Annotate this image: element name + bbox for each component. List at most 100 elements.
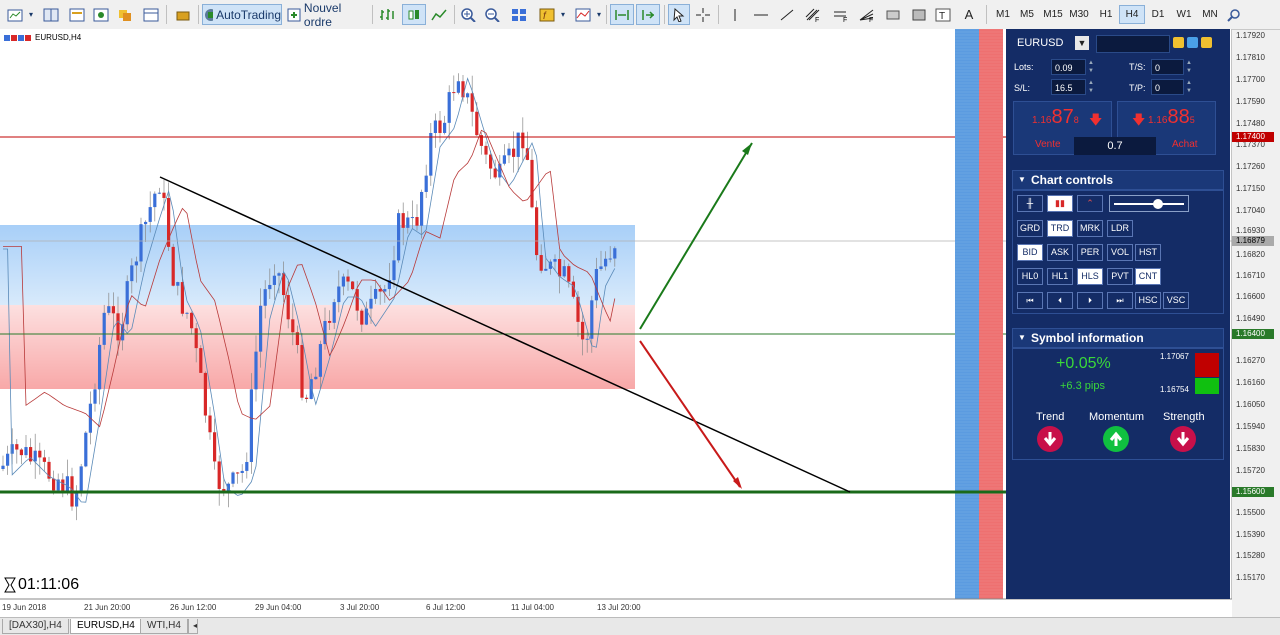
- close-panel-icon[interactable]: [1201, 37, 1212, 48]
- control-mrk[interactable]: MRK: [1077, 220, 1103, 237]
- templates-icon[interactable]: [572, 4, 594, 25]
- tf-m15[interactable]: M15: [1040, 5, 1066, 24]
- bar-chart-icon[interactable]: [376, 4, 398, 25]
- strategy-tester-icon[interactable]: [172, 4, 194, 25]
- trade-panel: EURUSD ▼ Lots: 0.09 ▲ ▼ T/S: 0 ▲ ▼ S/L: 16…: [1006, 29, 1230, 599]
- tf-d1[interactable]: D1: [1145, 5, 1171, 24]
- control-grd[interactable]: GRD: [1017, 220, 1043, 237]
- control-vsc[interactable]: VSC: [1163, 292, 1189, 309]
- candle-body: [328, 320, 332, 323]
- zoom-in-icon[interactable]: [458, 4, 480, 25]
- new-order-button[interactable]: Nouvel ordre: [286, 1, 368, 29]
- tile-windows-icon[interactable]: [508, 4, 530, 25]
- copy-icon[interactable]: [1173, 37, 1184, 48]
- tf-mn[interactable]: MN: [1197, 5, 1223, 24]
- zoom-slider[interactable]: [1109, 195, 1189, 212]
- sl-input[interactable]: 16.5: [1051, 79, 1086, 95]
- tab-eurusd[interactable]: EURUSD,H4: [70, 619, 142, 634]
- fibo-fan-icon[interactable]: F: [856, 4, 878, 25]
- indicators-dropdown-icon[interactable]: ▾: [558, 4, 568, 25]
- control-pvt[interactable]: PVT: [1107, 268, 1133, 285]
- templates-dropdown-icon[interactable]: ▾: [594, 4, 604, 25]
- lots-input[interactable]: 0.09: [1051, 59, 1086, 75]
- control-ask[interactable]: ASK: [1047, 244, 1073, 261]
- bullish-arrow[interactable]: [639, 142, 753, 330]
- crosshair-icon[interactable]: [692, 4, 714, 25]
- control-trd[interactable]: TRD: [1047, 220, 1073, 237]
- step-back-icon[interactable]: ⏴: [1047, 292, 1073, 309]
- candle-color-icon[interactable]: ╫: [1017, 195, 1043, 212]
- control-per[interactable]: PER: [1077, 244, 1103, 261]
- candlestick-icon[interactable]: [402, 4, 426, 25]
- settings-icon[interactable]: [1187, 37, 1198, 48]
- control-hl1[interactable]: HL1: [1047, 268, 1073, 285]
- lots-spinner-icon[interactable]: ▲ ▼: [1087, 59, 1095, 75]
- bearish-arrow[interactable]: [639, 340, 741, 488]
- ts-input[interactable]: 0: [1151, 59, 1184, 75]
- control-hl0[interactable]: HL0: [1017, 268, 1043, 285]
- step-forward-icon[interactable]: ⏵: [1077, 292, 1103, 309]
- new-chart-icon[interactable]: [4, 4, 26, 25]
- line-chart-icon[interactable]: [428, 4, 450, 25]
- candle-body: [217, 461, 221, 489]
- control-hls[interactable]: HLS: [1077, 268, 1103, 285]
- text-icon[interactable]: T: [932, 4, 954, 25]
- shapes-icon[interactable]: [908, 4, 930, 25]
- horizontal-line-icon[interactable]: [750, 4, 772, 25]
- terminal-icon[interactable]: [140, 4, 162, 25]
- zoom-out-icon[interactable]: [482, 4, 504, 25]
- ts-spinner-icon[interactable]: ▲ ▼: [1185, 59, 1193, 75]
- skip-end-icon[interactable]: ⏭: [1107, 292, 1133, 309]
- cursor-icon[interactable]: [668, 4, 690, 25]
- candle-body: [171, 246, 175, 286]
- chevron-up-icon[interactable]: ⌃: [1077, 195, 1103, 212]
- control-cnt[interactable]: CNT: [1135, 268, 1161, 285]
- symbol-search-input[interactable]: [1096, 35, 1170, 53]
- sl-spinner-icon[interactable]: ▲ ▼: [1087, 79, 1095, 95]
- data-window-icon[interactable]: [90, 4, 112, 25]
- tab-scroll-left-icon[interactable]: ◂: [188, 619, 198, 634]
- tf-m5[interactable]: M5: [1014, 5, 1040, 24]
- tab-dax30[interactable]: [DAX30],H4: [2, 619, 69, 634]
- tp-spinner-icon[interactable]: ▲ ▼: [1185, 79, 1193, 95]
- indicators-icon[interactable]: f: [536, 4, 558, 25]
- autoscroll-icon[interactable]: [636, 4, 660, 25]
- candle-body: [530, 159, 534, 208]
- symbol-dropdown-icon[interactable]: ▼: [1075, 36, 1089, 50]
- skip-start-icon[interactable]: ⏮: [1017, 292, 1043, 309]
- control-vol[interactable]: VOL: [1107, 244, 1133, 261]
- autotrading-button[interactable]: AutoTrading: [202, 4, 282, 25]
- control-hst[interactable]: HST: [1135, 244, 1161, 261]
- text-label-icon[interactable]: A: [958, 4, 980, 25]
- dropdown-arrow-icon[interactable]: ▾: [26, 4, 36, 25]
- market-watch-icon[interactable]: [66, 4, 88, 25]
- buy-down-arrow-icon: 🡇: [1132, 112, 1146, 127]
- candle-body: [213, 432, 217, 462]
- navigator-icon[interactable]: [114, 4, 136, 25]
- tf-h1[interactable]: H1: [1093, 5, 1119, 24]
- zoom-slider-thumb[interactable]: [1153, 199, 1163, 209]
- fibonacci-icon[interactable]: F: [802, 4, 824, 25]
- profiles-icon[interactable]: [40, 4, 62, 25]
- vertical-line-icon[interactable]: [724, 4, 746, 25]
- rectangle-icon[interactable]: [882, 4, 904, 25]
- control-hsc[interactable]: HSC: [1135, 292, 1161, 309]
- search-icon[interactable]: [1224, 4, 1244, 25]
- tf-m1[interactable]: M1: [990, 5, 1016, 24]
- symbol-info-header[interactable]: ▼ Symbol information: [1012, 328, 1224, 348]
- control-bid[interactable]: BID: [1017, 244, 1043, 261]
- candle-style-icon[interactable]: ▮▮: [1047, 195, 1073, 212]
- tf-w1[interactable]: W1: [1171, 5, 1197, 24]
- tf-m30[interactable]: M30: [1066, 5, 1092, 24]
- price-label: 1.16270: [1236, 356, 1265, 365]
- control-ldr[interactable]: LDR: [1107, 220, 1133, 237]
- price-label: 1.15280: [1236, 551, 1265, 560]
- chart-controls-header[interactable]: ▼ Chart controls: [1012, 170, 1224, 190]
- candle-body: [199, 348, 203, 373]
- tab-wti[interactable]: WTI,H4: [140, 619, 188, 634]
- tf-h4[interactable]: H4: [1119, 5, 1145, 24]
- tp-input[interactable]: 0: [1151, 79, 1184, 95]
- chart-shift-icon[interactable]: [610, 4, 634, 25]
- trendline-icon[interactable]: [776, 4, 798, 25]
- channel-icon[interactable]: F: [830, 4, 852, 25]
